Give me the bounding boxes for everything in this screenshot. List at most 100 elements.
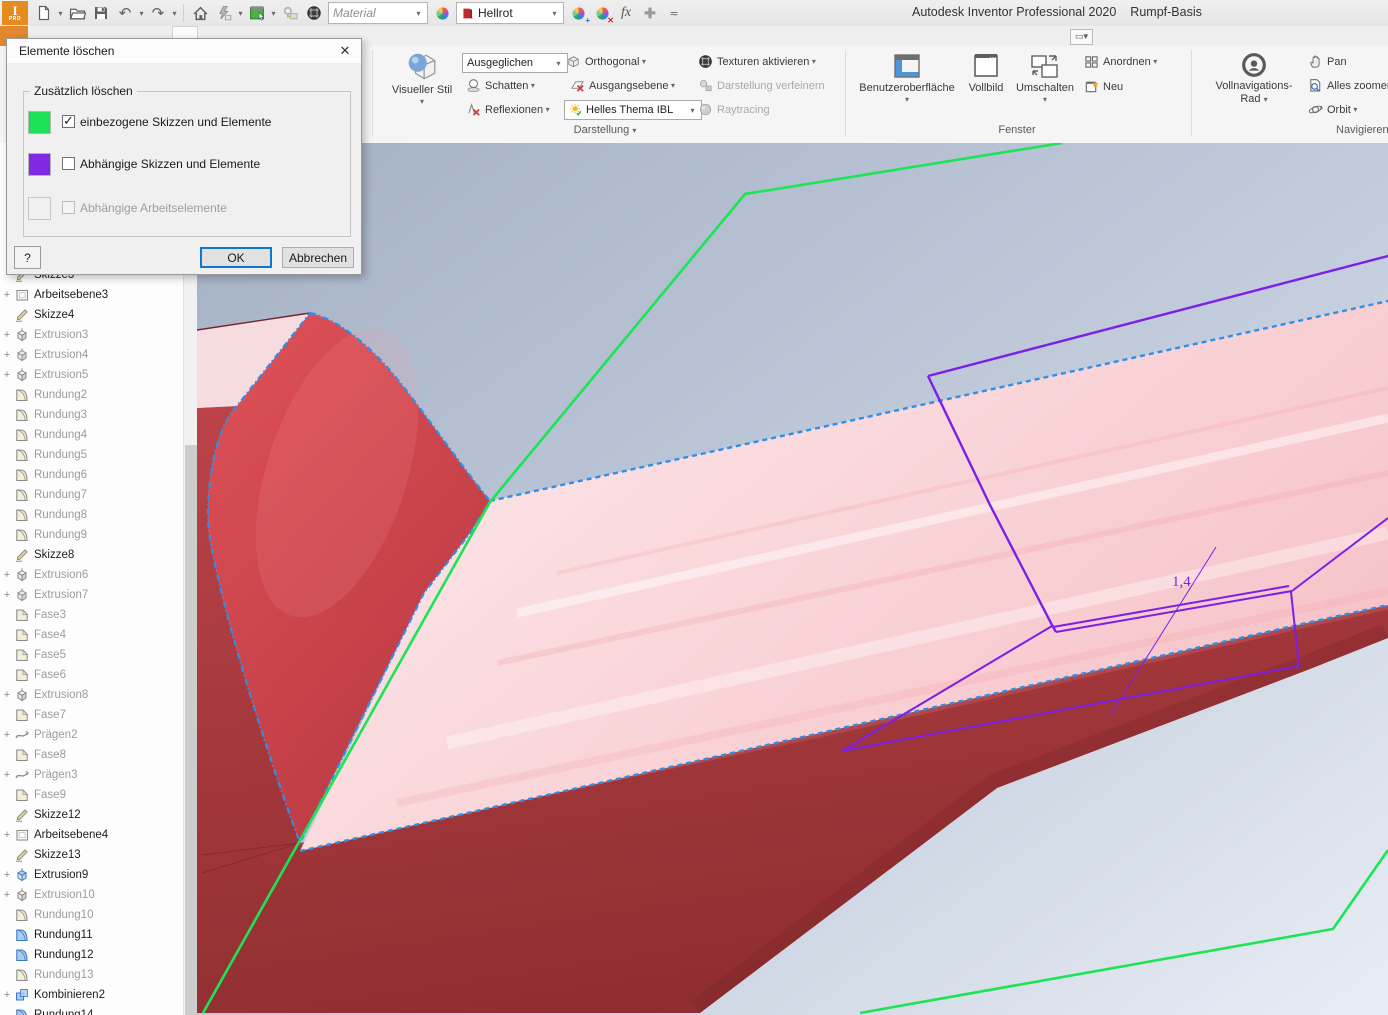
tree-row[interactable]: + Rundung11 [0,925,183,945]
tree-row[interactable]: + Extrusion9 [0,865,183,885]
viewport-3d[interactable]: 1,4 [197,143,1388,1015]
tree-row[interactable]: + Rundung2 [0,385,183,405]
open-button[interactable] [66,2,88,24]
return-button[interactable] [213,2,235,24]
parameters-fx-button[interactable]: fx [615,2,637,24]
tree-row[interactable]: + Extrusion5 [0,365,183,385]
tree-row[interactable]: + Rundung7 [0,485,183,505]
tree-row[interactable]: + Arbeitsebene4 [0,825,183,845]
tree-row[interactable]: + Skizze8 [0,545,183,565]
tree-row[interactable]: + Extrusion10 [0,885,183,905]
orthographic-button[interactable]: Orthogonal▾ [566,54,648,69]
dialog-close-icon[interactable]: ✕ [335,41,355,61]
enable-textures-button[interactable]: Texturen aktivieren▾ [698,54,818,69]
new-file-dropdown-icon[interactable]: ▾ [56,9,65,18]
tree-row[interactable]: + Rundung14 [0,1005,183,1015]
new-file-button[interactable] [33,2,55,24]
tree-expander[interactable]: + [0,329,14,341]
tree-row[interactable]: + Arbeitsebene3 [0,285,183,305]
tree-expander[interactable]: + [0,989,14,1001]
cancel-button[interactable]: Abbrechen [282,247,354,268]
inventor-logo[interactable]: IPRO [2,1,28,25]
pan-button[interactable]: Pan [1308,54,1347,69]
tree-expander[interactable]: + [0,589,14,601]
tree-row[interactable]: + Extrusion7 [0,585,183,605]
tree-row[interactable]: + Rundung8 [0,505,183,525]
tree-expander[interactable]: + [0,289,14,301]
panel-label-navigieren[interactable]: Navigieren [1336,124,1388,140]
tree-expander[interactable]: + [0,689,14,701]
switch-windows-button[interactable]: Umschalten ▾ [1012,50,1078,104]
shadows-button[interactable]: Schatten▾ [466,78,537,93]
tree-row[interactable]: + Kombinieren2 [0,985,183,1005]
undo-button[interactable]: ↶ [114,2,136,24]
tree-row[interactable]: + Rundung5 [0,445,183,465]
material-combobox[interactable]: Material ▾ [328,2,428,24]
tree-row[interactable]: + Fase4 [0,625,183,645]
tree-row[interactable]: + Skizze12 [0,805,183,825]
tree-row[interactable]: + Skizze13 [0,845,183,865]
screen-capture-dropdown-icon[interactable]: ▾ [269,9,278,18]
undo-dropdown-icon[interactable]: ▾ [137,9,146,18]
redo-button[interactable]: ↷ [147,2,169,24]
fullscreen-button[interactable]: Vollbild [962,50,1010,95]
screen-capture-button[interactable] [246,2,268,24]
home-view-button[interactable] [189,2,211,24]
panel-label-darstellung[interactable]: Darstellung ▾ [540,124,670,140]
save-button[interactable] [90,2,112,24]
tree-row[interactable]: + Fase9 [0,785,183,805]
orbit-button[interactable]: Orbit▾ [1308,102,1360,117]
tree-expander[interactable]: + [0,369,14,381]
user-interface-button[interactable]: Benutzeroberfläche ▾ [856,50,958,104]
tree-row[interactable]: + Extrusion3 [0,325,183,345]
tree-row[interactable]: + Fase6 [0,665,183,685]
tree-row[interactable]: + Extrusion8 [0,685,183,705]
tree-row[interactable]: + Fase5 [0,645,183,665]
tree-row[interactable]: + Rundung3 [0,405,183,425]
checkbox-consumed-sketches[interactable] [62,115,75,128]
visual-style-combobox[interactable]: Ausgeglichen▾ [462,53,568,73]
tree-expander[interactable]: + [0,829,14,841]
ribbon-collapse-button[interactable]: ▭▾ [1070,29,1093,45]
tree-row[interactable]: + Rundung12 [0,945,183,965]
reflections-button[interactable]: Reflexionen▾ [466,102,552,117]
return-dropdown-icon[interactable]: ▾ [236,9,245,18]
tree-expander[interactable]: + [0,729,14,741]
visual-style-button[interactable]: Visueller Stil ▾ [386,50,458,106]
appearance-combobox[interactable]: Hellrot ▾ [456,2,564,24]
redo-dropdown-icon[interactable]: ▾ [170,9,179,18]
ground-plane-button[interactable]: Ausgangsebene▾ [570,78,678,93]
tree-expander[interactable]: + [0,869,14,881]
tree-row[interactable]: + Extrusion4 [0,345,183,365]
color-wheel-icon[interactable] [431,2,453,24]
add-command-icon[interactable]: ✚ [639,2,661,24]
tree-row[interactable]: + Prägen3 [0,765,183,785]
tree-row[interactable]: + Rundung6 [0,465,183,485]
ok-button[interactable]: OK [200,247,272,268]
dialog-help-button[interactable]: ? [14,246,41,269]
tree-row[interactable]: + Skizze4 [0,305,183,325]
tree-row[interactable]: + Extrusion6 [0,565,183,585]
adjust-add-icon[interactable]: + [567,2,589,24]
tree-row[interactable]: + Rundung13 [0,965,183,985]
panel-label-fenster[interactable]: Fenster [960,124,1074,140]
tree-expander[interactable]: + [0,349,14,361]
checkbox-dependent-sketches[interactable] [62,157,75,170]
lighting-style-combobox[interactable]: Helles Thema IBL▾ [564,100,702,120]
tree-row[interactable]: + Rundung4 [0,425,183,445]
navigation-wheel-button[interactable]: Vollnavigations- Rad ▾ [1206,50,1302,105]
dimension-label[interactable]: 1,4 [1172,574,1191,590]
tree-scrollbar-thumb[interactable] [185,445,197,1015]
arrange-button[interactable]: Anordnen▾ [1084,54,1160,69]
tree-row[interactable]: + Fase8 [0,745,183,765]
new-window-button[interactable]: Neu [1084,79,1123,94]
appearance-ball-icon[interactable] [303,2,325,24]
tree-row[interactable]: + Rundung9 [0,525,183,545]
tree-row[interactable]: + Fase3 [0,605,183,625]
material-dropdown-icon[interactable]: ▾ [414,9,423,18]
adjust-clear-icon[interactable]: ✕ [591,2,613,24]
zoom-all-button[interactable]: Alles zoomen [1308,78,1388,93]
tree-row[interactable]: + Fase7 [0,705,183,725]
tree-expander[interactable]: + [0,569,14,581]
tree-expander[interactable]: + [0,769,14,781]
